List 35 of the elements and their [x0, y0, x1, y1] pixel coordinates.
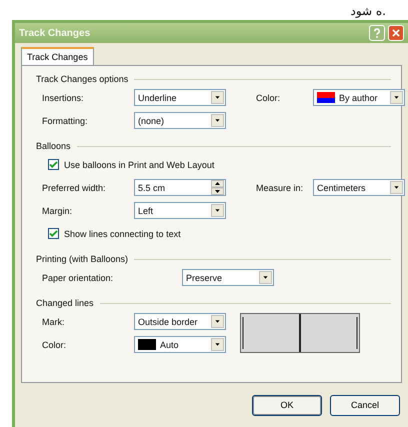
dropdown-field[interactable]: Centimeters: [313, 179, 405, 196]
field-label: Measure in:: [256, 182, 304, 192]
field-label: Preferred width:: [42, 182, 107, 192]
dropdown-field[interactable]: Outside border: [134, 313, 226, 330]
checkbox[interactable]: [48, 228, 59, 239]
field-label: Color:: [256, 92, 282, 102]
dropdown-field[interactable]: By author: [313, 89, 405, 106]
checkbox-label: Show lines connecting to text: [64, 228, 181, 238]
dropdown-field[interactable]: Auto: [134, 336, 226, 353]
field-label: Insertions:: [42, 92, 85, 102]
group-title: Track Changes options: [36, 74, 128, 84]
spin-field[interactable]: 5.5 cm: [134, 179, 226, 196]
tab[interactable]: Track Changes: [21, 47, 94, 65]
dropdown-field[interactable]: Left: [134, 202, 226, 219]
caption-text: ه شود.: [350, 3, 386, 20]
color-swatch-icon: [138, 339, 156, 350]
dropdown-field[interactable]: Preserve: [182, 269, 274, 286]
dropdown-field[interactable]: (none): [134, 112, 226, 129]
dialog-button[interactable]: OK: [252, 394, 322, 416]
group-title: Balloons: [36, 141, 71, 151]
spin-arrows-icon[interactable]: [211, 180, 224, 195]
group-title: Changed lines: [36, 298, 94, 308]
field-label: Mark:: [42, 316, 66, 326]
close-icon[interactable]: [388, 25, 404, 41]
field-label: Paper orientation:: [42, 272, 114, 282]
dialog-button[interactable]: Cancel: [330, 394, 400, 416]
group-title: Printing (with Balloons): [36, 254, 128, 264]
checkbox[interactable]: [48, 159, 59, 170]
field-label: Color:: [42, 340, 68, 350]
color-swatch-icon: [317, 92, 335, 103]
field-label: Formatting:: [42, 116, 89, 126]
dropdown-field[interactable]: Underline: [134, 89, 226, 106]
window-title: Track Changes: [19, 28, 92, 38]
checkbox-label: Use balloons in Print and Web Layout: [64, 160, 214, 170]
field-label: Margin:: [42, 206, 74, 216]
